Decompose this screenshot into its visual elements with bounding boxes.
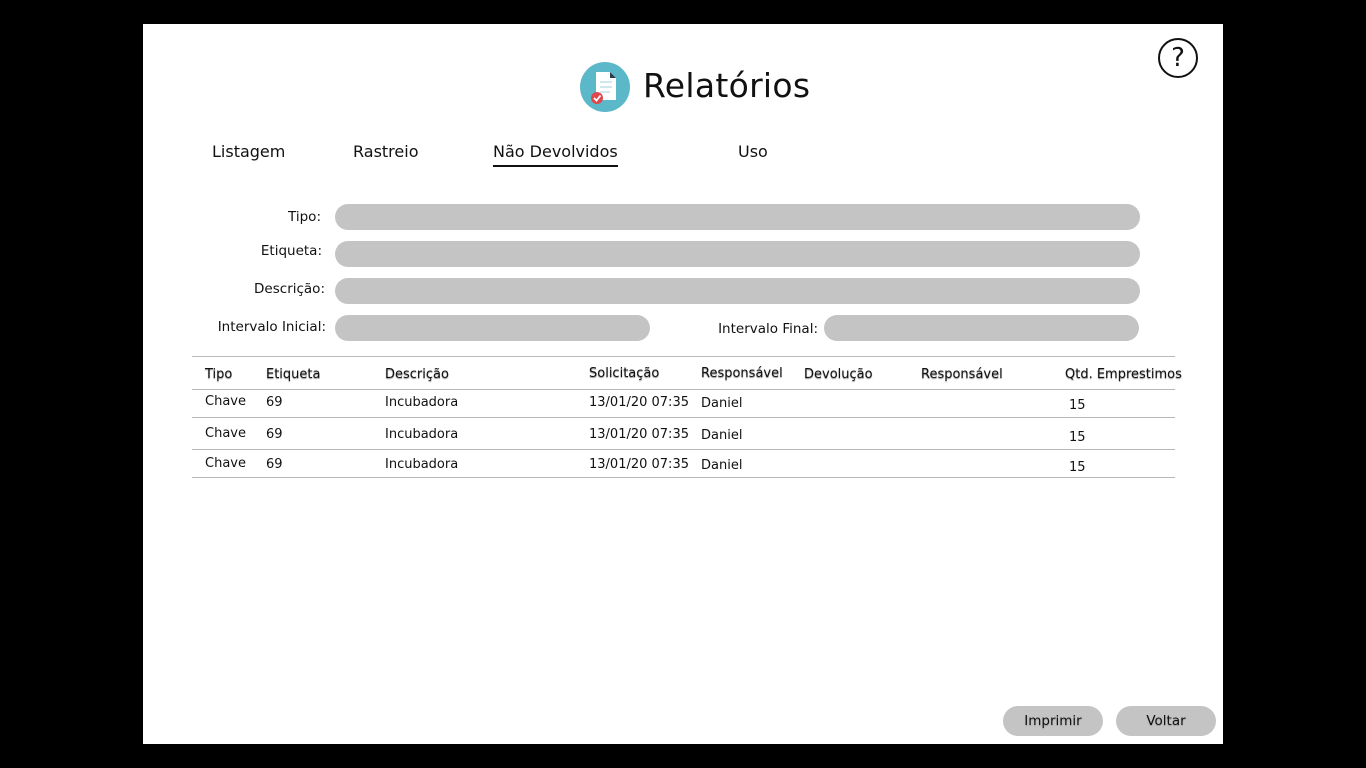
column-header-descricao[interactable]: Descrição <box>385 366 449 384</box>
cell-tipo: Chave <box>205 456 246 471</box>
cell-tipo: Chave <box>205 394 246 409</box>
cell-descricao: Incubadora <box>385 395 459 410</box>
cell-responsavel: Daniel <box>701 458 743 473</box>
cell-qtd-emprestimos: 15 <box>1069 398 1086 413</box>
print-button[interactable]: Imprimir <box>1003 706 1103 736</box>
table-divider <box>192 356 1175 357</box>
cell-tipo: Chave <box>205 426 246 441</box>
table-divider <box>192 477 1175 478</box>
cell-solicitacao: 13/01/20 07:35 <box>589 395 689 410</box>
cell-descricao: Incubadora <box>385 457 459 472</box>
intervalo-final-field[interactable] <box>824 315 1139 341</box>
cell-solicitacao: 13/01/20 07:35 <box>589 457 689 472</box>
cell-etiqueta: 69 <box>266 395 283 410</box>
tab-listagem[interactable]: Listagem <box>212 141 285 165</box>
page-title: Relatórios <box>643 66 811 105</box>
etiqueta-field[interactable] <box>335 241 1140 267</box>
column-header-responsavel[interactable]: Responsável <box>701 365 783 383</box>
column-header-solicitacao[interactable]: Solicitação <box>589 365 659 383</box>
tab-uso[interactable]: Uso <box>738 141 768 165</box>
etiqueta-label: Etiqueta: <box>260 243 322 259</box>
cell-responsavel: Daniel <box>701 428 743 443</box>
reports-window: ? Relatórios Listagem Rastreio Não Devol… <box>143 24 1223 744</box>
table-divider <box>192 417 1175 418</box>
cell-descricao: Incubadora <box>385 427 459 442</box>
column-header-tipo[interactable]: Tipo <box>205 366 232 384</box>
table-divider <box>192 389 1175 390</box>
column-header-devolucao[interactable]: Devolução <box>804 366 873 384</box>
tipo-label: Tipo: <box>288 209 321 225</box>
intervalo-inicial-label: Intervalo Inicial: <box>217 319 326 335</box>
cell-qtd-emprestimos: 15 <box>1069 430 1086 445</box>
report-document-icon <box>580 62 630 112</box>
cell-solicitacao: 13/01/20 07:35 <box>589 427 689 442</box>
tipo-field[interactable] <box>335 204 1140 230</box>
column-header-etiqueta[interactable]: Etiqueta <box>266 366 320 384</box>
cell-etiqueta: 69 <box>266 427 283 442</box>
table-divider <box>192 449 1175 450</box>
intervalo-inicial-field[interactable] <box>335 315 650 341</box>
descricao-field[interactable] <box>335 278 1140 304</box>
column-header-qtd-emprestimos[interactable]: Qtd. Emprestimos <box>1065 366 1182 384</box>
descricao-label: Descrição: <box>254 281 325 297</box>
help-icon[interactable]: ? <box>1158 38 1198 78</box>
tab-rastreio[interactable]: Rastreio <box>353 141 418 165</box>
cell-qtd-emprestimos: 15 <box>1069 460 1086 475</box>
back-button[interactable]: Voltar <box>1116 706 1216 736</box>
cell-responsavel: Daniel <box>701 396 743 411</box>
intervalo-final-label: Intervalo Final: <box>718 321 818 337</box>
tab-nao-devolvidos[interactable]: Não Devolvidos <box>493 141 618 167</box>
cell-etiqueta: 69 <box>266 457 283 472</box>
column-header-responsavel-devolucao[interactable]: Responsável <box>921 366 1003 384</box>
